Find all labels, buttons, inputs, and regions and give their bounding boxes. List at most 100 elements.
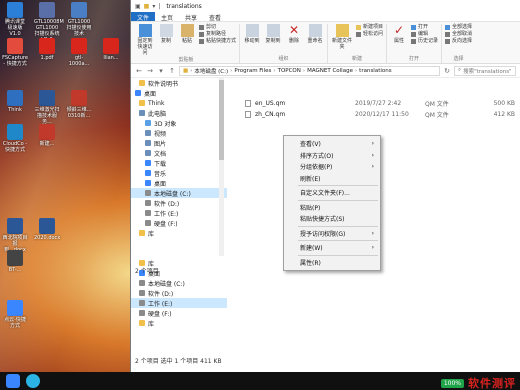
rename-button[interactable]: 重命名 [306, 24, 324, 44]
context-menu-item[interactable]: 分组依据(P) › [284, 161, 380, 173]
context-menu-item[interactable]: 自定义文件夹(F)... [284, 187, 380, 199]
invert-selection-button[interactable]: 反向选择 [445, 38, 472, 45]
up-icon[interactable]: ↑ [168, 67, 176, 75]
context-menu-item[interactable]: 新建(W) › [284, 242, 380, 254]
paste-button[interactable]: 粘贴 [178, 24, 196, 44]
sidebar-item[interactable]: 硬盘 (F:) [131, 218, 227, 228]
move-to-button[interactable]: 移动到 [243, 24, 261, 44]
breadcrumb-separator-icon[interactable]: › [355, 68, 357, 74]
breadcrumb-item[interactable]: TOPCON [278, 68, 301, 74]
context-menu-item[interactable]: 粘贴(P) [284, 202, 380, 214]
desktop-icon[interactable]: GTL10008M GTL1000扫描仪系统V1.0 [34, 2, 64, 43]
start-icon[interactable] [6, 374, 20, 388]
context-menu-item[interactable]: 粘贴快捷方式(S) [284, 213, 380, 225]
dropdown-icon[interactable]: ▾ [152, 3, 155, 10]
breadcrumb-item[interactable]: 本地磁盘 (C:) [194, 67, 228, 75]
breadcrumb-item[interactable]: MAGNET Collage [307, 68, 353, 74]
file-row[interactable]: zh_CN.qm 2020/12/17 11:50 QM 文件 412 KB [229, 109, 520, 120]
desktop-icon[interactable]: Ilian... [98, 38, 124, 61]
delete-button[interactable]: ✕ 删除 [285, 24, 303, 45]
sidebar-item[interactable]: 桌面 [131, 178, 227, 188]
tab-file[interactable]: 文件 [131, 12, 156, 22]
context-menu-item[interactable]: 排序方式(O) › [284, 150, 380, 162]
sidebar-item[interactable]: 本地磁盘 (C:) [131, 278, 227, 288]
properties-button[interactable]: ✓ 属性 [390, 24, 408, 45]
sidebar-item[interactable]: 视频 [131, 128, 227, 138]
sidebar-item[interactable]: 工作 (E:) [131, 208, 227, 218]
sidebar-item[interactable]: 软件 (D:) [131, 288, 227, 298]
sidebar-item[interactable]: 下载 [131, 158, 227, 168]
sidebar-item[interactable]: 硬盘 (F:) [131, 308, 227, 318]
select-all-button[interactable]: 全部选择 [445, 24, 472, 31]
forward-icon[interactable]: → [146, 67, 154, 75]
desktop-icon[interactable]: 2020.docx [34, 218, 60, 241]
copy-to-button[interactable]: 复制到 [264, 24, 282, 44]
tab-home[interactable]: 主页 [155, 12, 179, 22]
quick-access-toolbar: ▣ ■ ▾ | [135, 3, 160, 10]
desktop-icon[interactable]: CloudCo - 快捷方式 [2, 124, 28, 153]
desktop-icon[interactable]: Think [2, 90, 28, 113]
context-menu-item[interactable]: 查看(V) › [284, 138, 380, 150]
desktop-icon[interactable]: 西北院项目报到...docx [2, 218, 28, 253]
desktop-icon[interactable]: 新建... [34, 124, 60, 147]
desktop-icon[interactable]: gtl-1000a... [66, 38, 92, 67]
context-menu-item[interactable]: 授予访问权限(G) › [284, 228, 380, 240]
copy-path-button[interactable]: 复制路径 [199, 31, 236, 38]
desktop-icon[interactable]: FSCapture - 快捷方式 [2, 38, 28, 67]
edit-button[interactable]: 编辑 [411, 31, 438, 38]
new-folder-button[interactable]: 新建文件夹 [331, 24, 353, 50]
breadcrumb-item[interactable]: Program Files [234, 68, 271, 74]
sidebar-item[interactable]: 工作 (E:) [131, 298, 227, 308]
sidebar-item[interactable]: 软件 (D:) [131, 198, 227, 208]
breadcrumb-separator-icon[interactable]: › [303, 68, 305, 74]
desktop-icon[interactable]: 倾斜三维... 0310新... [66, 90, 92, 119]
address-bar[interactable]: ■ › 本地磁盘 (C:) › Program Files › TOPCON › MAGNET… [179, 65, 440, 76]
desktop-icon[interactable]: BT-... [2, 250, 28, 273]
paste-shortcut-button[interactable]: 粘贴快捷方式 [199, 38, 236, 45]
context-menu-item[interactable]: 刷新(E) [284, 173, 380, 185]
copy-button[interactable]: 复制 [157, 24, 175, 44]
breadcrumb-separator-icon[interactable]: › [190, 68, 192, 74]
refresh-icon[interactable]: ↻ [443, 67, 451, 75]
sidebar-item[interactable]: Think [131, 98, 227, 108]
sidebar-item[interactable]: 3D 对象 [131, 118, 227, 128]
save-icon[interactable]: ▣ [135, 3, 141, 10]
sidebar-item[interactable]: 库 [131, 228, 227, 238]
cut-button[interactable]: 剪切 [199, 24, 236, 31]
recent-icon[interactable]: ▾ [157, 67, 165, 75]
battery-indicator[interactable]: 100% [440, 378, 464, 388]
tab-share[interactable]: 共享 [179, 12, 203, 22]
history-button[interactable]: 历史记录 [411, 38, 438, 45]
desktop-icon[interactable]: 点云-快捷方式 [2, 300, 28, 329]
back-icon[interactable]: ← [135, 67, 143, 75]
sidebar-item-label: 软件说明书 [148, 80, 179, 88]
desktop-icon[interactable]: 1.pdf [34, 38, 60, 61]
breadcrumb-separator-icon[interactable]: › [273, 68, 275, 74]
sidebar-item[interactable]: 桌面 [131, 88, 227, 98]
open-button[interactable]: 打开 [411, 24, 438, 31]
sidebar-item[interactable]: 图片 [131, 138, 227, 148]
sidebar-item[interactable]: 库 [131, 318, 227, 328]
sidebar-scrollbar[interactable] [219, 78, 224, 256]
scrollbar-thumb[interactable] [219, 80, 224, 160]
pin-button[interactable]: 固定到快速访问 [136, 24, 154, 56]
select-none-button[interactable]: 全部取消 [445, 31, 472, 38]
breadcrumb-separator-icon[interactable]: › [230, 68, 232, 74]
breadcrumb-item[interactable]: translations [359, 68, 391, 74]
new-item-button[interactable]: 新建项目 [356, 24, 383, 31]
desktop-icon[interactable]: 三维激光扫描技术服务... [34, 90, 60, 125]
sidebar-item[interactable]: 本地磁盘 (C:) [131, 188, 227, 198]
file-row[interactable]: en_US.qm 2019/7/27 2:42 QM 文件 500 KB [229, 98, 520, 109]
sidebar-item[interactable]: 软件说明书 [131, 78, 227, 88]
sidebar-item[interactable]: 音乐 [131, 168, 227, 178]
easy-access-button[interactable]: 轻松访问 [356, 31, 383, 38]
folder-icon[interactable]: ■ [144, 3, 150, 10]
browser-icon[interactable] [26, 374, 40, 388]
desktop-icon[interactable]: GTL1000扫描仪使用技术 [66, 2, 92, 37]
sidebar-item[interactable]: 文档 [131, 148, 227, 158]
desktop-icon[interactable]: 腾讯课堂 极速版V1.0 [2, 2, 28, 37]
tab-view[interactable]: 查看 [203, 12, 227, 22]
context-menu-item[interactable]: 属性(R) [284, 257, 380, 269]
search-input[interactable]: ⌕ 搜索"translations" [454, 65, 516, 76]
sidebar-item[interactable]: 此电脑 [131, 108, 227, 118]
